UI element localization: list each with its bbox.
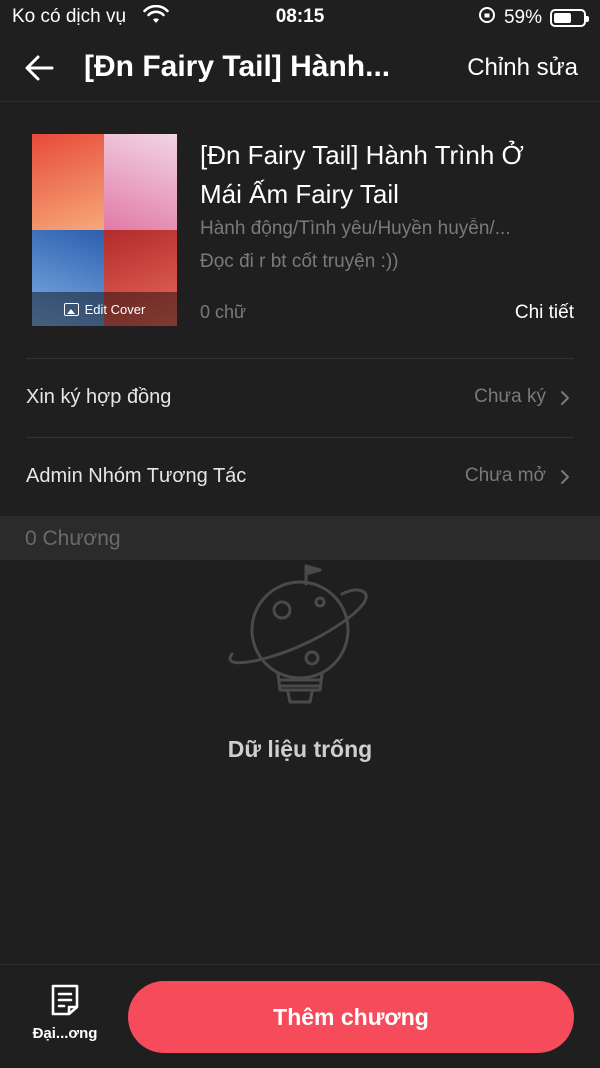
edit-cover-button[interactable]: Edit Cover [32, 292, 177, 326]
chevron-right-icon [561, 391, 569, 405]
status-bar: Ko có dịch vụ 08:15 59% [0, 0, 600, 34]
cover-art-panel [104, 134, 177, 230]
bottom-action-bar: Đại...ơng Thêm chương [0, 964, 600, 1068]
admin-group-status: Chưa mở [464, 465, 546, 486]
page-title: [Đn Fairy Tail] Hành... [84, 50, 391, 83]
detail-link[interactable]: Chi tiết [515, 302, 574, 324]
contract-status: Chưa ký [474, 386, 546, 407]
empty-lightbulb-planet-icon [228, 564, 368, 704]
image-icon [63, 302, 79, 316]
chevron-right-icon [561, 470, 569, 484]
book-genres: Hành động/Tình yêu/Huyền huyễn/... [200, 218, 511, 239]
back-button[interactable] [22, 50, 58, 86]
chapter-count-bar: 0 Chương [0, 516, 600, 560]
orientation-lock-icon [478, 6, 496, 30]
book-cover[interactable]: Edit Cover [32, 134, 177, 326]
battery-percent: 59% [503, 7, 542, 28]
book-description: Đọc đi r bt cốt truyện :)) [200, 251, 399, 272]
outline-button[interactable]: Đại...ơng [24, 983, 106, 1053]
document-icon [51, 984, 79, 1016]
outline-label: Đại...ơng [32, 1025, 98, 1042]
empty-state-text: Dữ liệu trống [227, 736, 373, 762]
admin-group-row[interactable]: Admin Nhóm Tương Tác Chưa mở [0, 438, 600, 516]
edit-button[interactable]: Chỉnh sửa [467, 54, 578, 82]
book-title: [Đn Fairy Tail] Hành Trình Ở Mái Ấm Fair… [200, 140, 524, 209]
chapter-count: 0 Chương [25, 527, 121, 550]
contract-label: Xin ký hợp đồng [26, 386, 172, 408]
contract-row[interactable]: Xin ký hợp đồng Chưa ký [0, 359, 600, 437]
add-chapter-button[interactable]: Thêm chương [128, 981, 574, 1053]
arrow-left-icon [25, 55, 54, 81]
top-nav: [Đn Fairy Tail] Hành... Chỉnh sửa [0, 34, 600, 102]
admin-group-label: Admin Nhóm Tương Tác [26, 465, 247, 487]
word-count: 0 chữ [200, 302, 247, 322]
battery-icon [550, 9, 589, 27]
edit-cover-label: Edit Cover [84, 301, 146, 317]
cover-art-panel [32, 134, 104, 230]
